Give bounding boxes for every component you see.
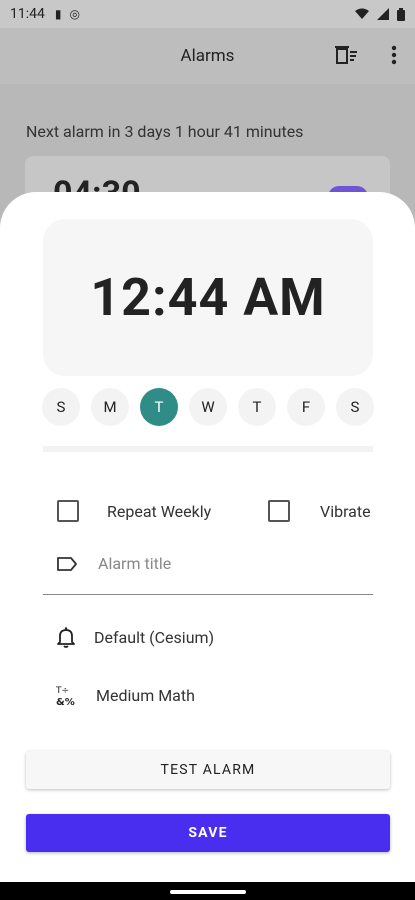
day-sunday[interactable]: S bbox=[42, 388, 80, 426]
repeat-weekly-option[interactable]: Repeat Weekly bbox=[57, 500, 211, 522]
more-vert-icon[interactable] bbox=[391, 45, 397, 65]
day-thursday[interactable]: T bbox=[238, 388, 276, 426]
delete-list-icon[interactable] bbox=[335, 44, 357, 66]
app-bar-actions bbox=[335, 44, 397, 66]
time-picker-card[interactable]: 12:44 AM bbox=[43, 219, 373, 376]
edit-alarm-sheet: 12:44 AM S M T W T F S Repeat Weekly Vib… bbox=[0, 192, 415, 882]
label-tag-icon bbox=[57, 556, 77, 571]
alarm-title-field[interactable]: Alarm title bbox=[56, 554, 372, 573]
test-alarm-button[interactable]: TEST ALARM bbox=[26, 751, 390, 789]
vibrate-checkbox[interactable] bbox=[268, 500, 290, 522]
day-wednesday[interactable]: W bbox=[189, 388, 227, 426]
home-gesture-handle[interactable] bbox=[170, 890, 246, 894]
vibrate-option[interactable]: Vibrate bbox=[268, 500, 371, 522]
at-sign-icon: ◎ bbox=[69, 7, 80, 21]
bell-icon bbox=[57, 627, 75, 648]
status-time: 11:44 bbox=[10, 6, 45, 22]
app-bar: Alarms bbox=[0, 28, 415, 84]
day-monday[interactable]: M bbox=[91, 388, 129, 426]
challenge-label: Medium Math bbox=[96, 685, 195, 705]
repeat-weekly-checkbox[interactable] bbox=[57, 500, 79, 522]
signal-icon bbox=[377, 8, 389, 20]
ringtone-option[interactable]: Default (Cesium) bbox=[56, 626, 214, 648]
svg-text:T÷: T÷ bbox=[56, 686, 69, 696]
next-alarm-text: Next alarm in 3 days 1 hour 41 minutes bbox=[26, 122, 304, 141]
day-tuesday[interactable]: T bbox=[140, 388, 178, 426]
calculator-math-icon: T÷ &% bbox=[56, 686, 75, 706]
battery-icon bbox=[397, 7, 405, 21]
svg-text:&%: &% bbox=[56, 697, 75, 706]
sd-card-icon: ▮ bbox=[54, 7, 62, 21]
ringtone-label: Default (Cesium) bbox=[94, 627, 215, 647]
alarm-time-display[interactable]: 12:44 AM bbox=[90, 267, 325, 328]
day-saturday[interactable]: S bbox=[336, 388, 374, 426]
status-right-icons bbox=[355, 7, 405, 21]
status-bar: 11:44 ▮ ◎ bbox=[0, 0, 415, 28]
challenge-option[interactable]: T÷ &% Medium Math bbox=[56, 684, 195, 707]
day-selector: S M T W T F S bbox=[42, 388, 374, 426]
alarm-title-input[interactable]: Alarm title bbox=[98, 554, 171, 573]
wifi-icon bbox=[355, 8, 369, 19]
section-divider bbox=[43, 446, 373, 452]
app-bar-title: Alarms bbox=[180, 46, 235, 66]
vibrate-label: Vibrate bbox=[320, 501, 371, 521]
repeat-weekly-label: Repeat Weekly bbox=[107, 501, 212, 521]
alarm-title-underline bbox=[43, 594, 373, 595]
save-button[interactable]: SAVE bbox=[26, 814, 390, 852]
day-friday[interactable]: F bbox=[287, 388, 325, 426]
